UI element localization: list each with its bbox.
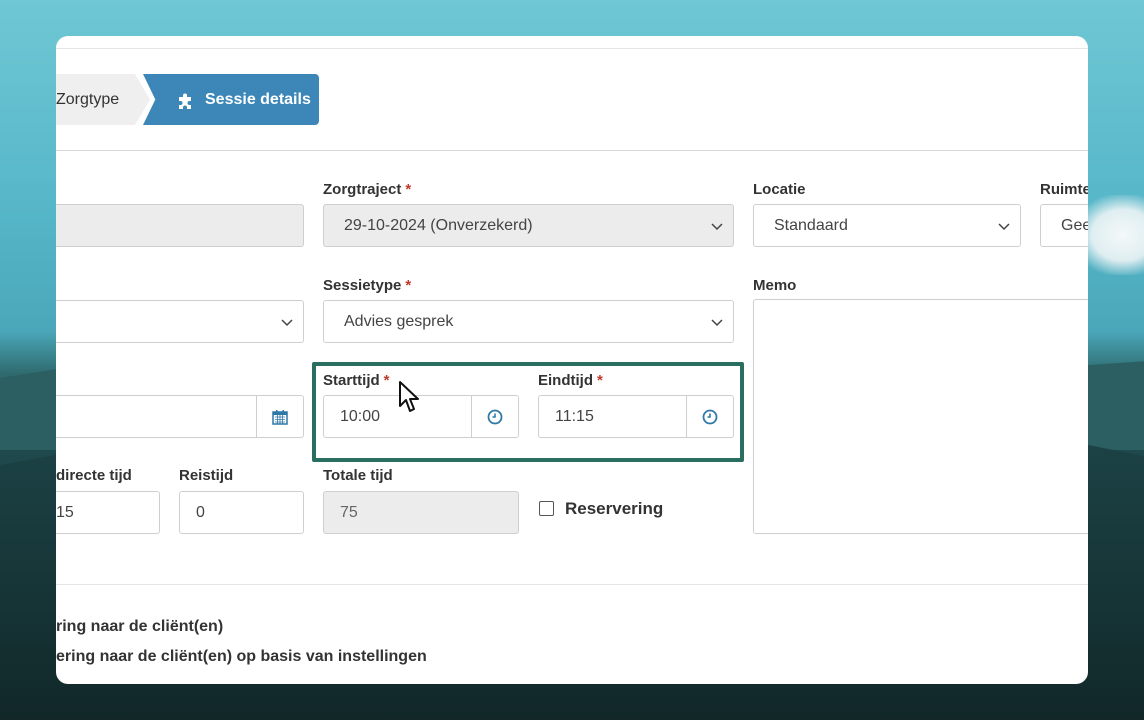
- breadcrumb-step-sessie-details[interactable]: Sessie details: [143, 74, 319, 125]
- indirecte-tijd-label: directe tijd: [56, 467, 132, 484]
- chevron-down-icon: [711, 223, 723, 231]
- totale-tijd-value: 75: [340, 504, 358, 521]
- reservering-checkbox[interactable]: [539, 501, 554, 516]
- sessietype-select[interactable]: Advies gesprek: [323, 300, 734, 343]
- time-range-highlight: [312, 362, 744, 462]
- ruimte-value: Gee: [1061, 217, 1088, 234]
- chevron-down-icon: [998, 223, 1010, 231]
- sessietype-value: Advies gesprek: [344, 313, 454, 330]
- reistijd-label: Reistijd: [179, 467, 234, 484]
- chevron-down-icon: [281, 319, 293, 327]
- locatie-select[interactable]: Standaard: [753, 204, 1021, 247]
- zorgtraject-select[interactable]: 29-10-2024 (Onverzekerd): [323, 204, 734, 247]
- client-field: [56, 204, 304, 247]
- locatie-value: Standaard: [774, 217, 848, 234]
- option-notify-clients[interactable]: ring naar de cliënt(en): [56, 618, 223, 636]
- indirecte-tijd-input[interactable]: 15: [56, 491, 160, 534]
- top-divider: [56, 48, 1088, 49]
- breadcrumb-step-zorgtype[interactable]: Zorgtype: [56, 74, 150, 125]
- calendar-button[interactable]: [256, 396, 303, 437]
- reistijd-input[interactable]: 0: [179, 491, 304, 534]
- breadcrumb-step-zorgtype-label: Zorgtype: [56, 91, 120, 108]
- option-notify-clients-settings[interactable]: ering naar de cliënt(en) op basis van in…: [56, 648, 427, 666]
- bottom-divider: [56, 584, 1088, 585]
- mouse-cursor-icon: [399, 381, 419, 412]
- ruimte-select[interactable]: Gee: [1040, 204, 1088, 247]
- calendar-icon: [272, 409, 288, 425]
- chevron-down-icon: [711, 319, 723, 327]
- breadcrumb-step-sessie-details-label: Sessie details: [205, 91, 311, 108]
- left-select[interactable]: [56, 300, 304, 343]
- reistijd-value: 0: [196, 504, 205, 521]
- reservering-label[interactable]: Reservering: [565, 499, 663, 519]
- sessietype-label: Sessietype *: [323, 277, 412, 294]
- totale-tijd-input: 75: [323, 491, 519, 534]
- memo-label: Memo: [753, 277, 797, 294]
- indirecte-tijd-value: 15: [56, 504, 74, 521]
- zorgtraject-label: Zorgtraject *: [323, 181, 412, 198]
- puzzle-icon: [179, 93, 191, 109]
- breadcrumb-divider: [56, 150, 1088, 151]
- locatie-label: Locatie: [753, 181, 806, 198]
- memo-textarea[interactable]: [753, 299, 1088, 534]
- app-window: Zorgtype Sessie details Zorgtraject * 29-…: [56, 36, 1088, 684]
- totale-tijd-label: Totale tijd: [323, 467, 393, 484]
- ruimte-label: Ruimte: [1040, 181, 1088, 198]
- zorgtraject-value: 29-10-2024 (Onverzekerd): [344, 217, 533, 234]
- date-input[interactable]: [56, 395, 304, 438]
